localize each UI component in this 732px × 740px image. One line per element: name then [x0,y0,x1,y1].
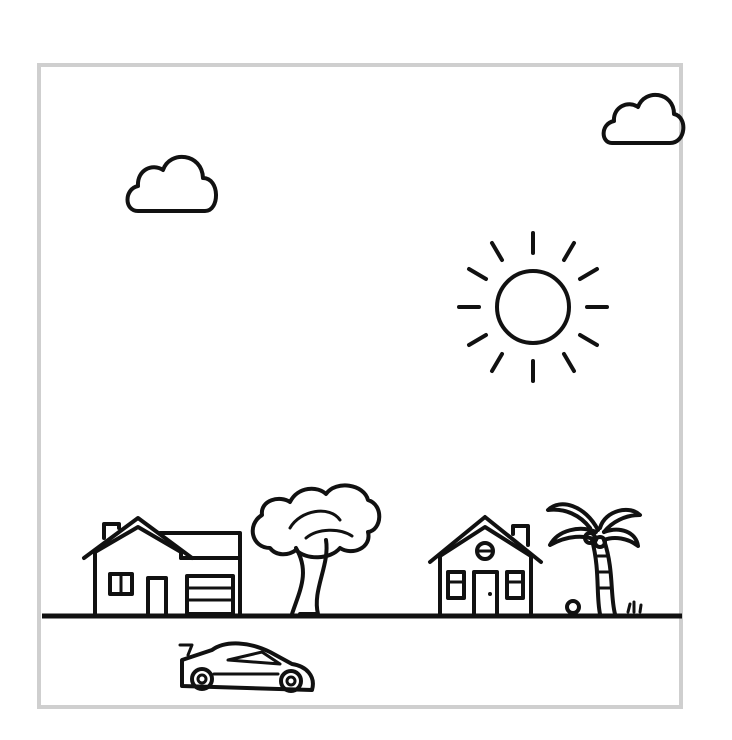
sun-icon [457,231,609,383]
house-with-garage-icon [82,516,242,616]
tree-icon [250,483,382,616]
house-icon [428,515,543,616]
cloud-icon [125,154,218,213]
scene-canvas [42,92,686,693]
palm-tree-icon [546,502,643,616]
cloud-icon [601,92,686,145]
race-car-icon [178,641,315,693]
